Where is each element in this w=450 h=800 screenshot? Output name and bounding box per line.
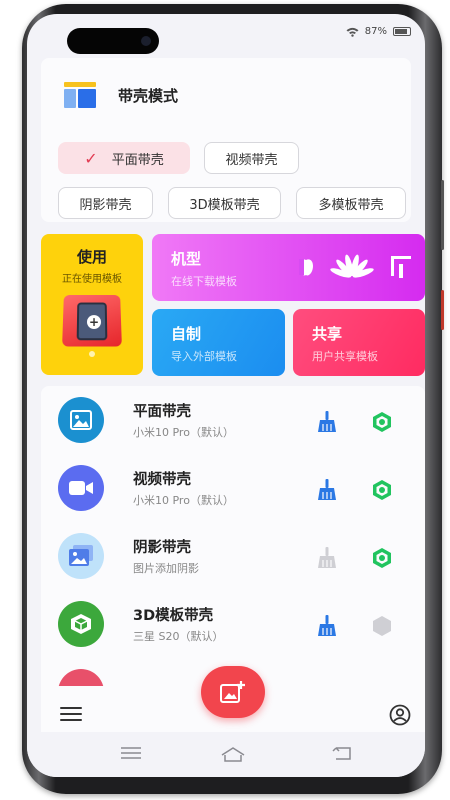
shell-type-list: 平面带壳 小米10 Pro（默认） 视频带壳 小米10 Pro（默认） 阴影带壳… [41,386,425,686]
back-icon[interactable] [332,746,352,760]
chip-multi-shell[interactable]: 多模板带壳 [296,187,406,219]
shared-template-tile[interactable]: 共享 用户共享模板 [293,309,425,376]
tile-subtitle: 用户共享模板 [312,350,378,363]
tile-subtitle: 在线下载模板 [171,275,237,288]
chip-label: 3D模板带壳 [189,197,260,213]
tile-title: 使用 [76,248,107,266]
volume-button [441,180,444,250]
broom-icon[interactable] [317,547,337,569]
chip-label: 多模板带壳 [318,197,384,213]
chip-shadow-shell[interactable]: 阴影带壳 [58,187,153,219]
list-item-title: 阴影带壳 [133,540,191,556]
list-item[interactable]: 视频带壳 小米10 Pro（默认） [41,454,425,522]
chip-flat-shell[interactable]: ✓ 平面带壳 [58,142,190,174]
broom-icon[interactable] [317,411,337,433]
tile-title: 共享 [312,325,343,343]
tile-subtitle: 正在使用模板 [62,274,122,285]
list-item-subtitle: 小米10 Pro（默认） [133,494,234,507]
list-item[interactable]: 平面带壳 小米10 Pro（默认） [41,386,425,454]
chip-3d-shell[interactable]: 3D模板带壳 [168,187,281,219]
list-item-subtitle: 图片添加阴影 [133,562,199,575]
status-indicators: 87% [346,26,411,37]
add-image-button[interactable] [201,666,265,718]
list-item-subtitle: 三星 S20（默认） [133,630,224,643]
recents-icon[interactable] [120,746,142,760]
video-icon [58,465,104,511]
list-item[interactable]: 3D模板带壳 三星 S20（默认） [41,590,425,658]
settings-hex-icon[interactable] [371,615,393,637]
template-preview-icon: + [62,295,122,347]
list-item-title: 视频带壳 [133,472,191,488]
check-icon: ✓ [84,148,98,168]
status-bar: 87% [27,14,425,54]
shell-mode-card: 带壳模式 ✓ 平面带壳 视频带壳 阴影带壳 3D模板带壳 多模板带壳 [41,58,411,222]
brand-icons [299,253,411,279]
huawei-icon [330,254,374,278]
settings-hex-icon[interactable] [371,547,393,569]
custom-template-tile[interactable]: 自制 导入外部模板 [152,309,285,376]
app-screen: 87% 带壳模式 ✓ 平面带壳 视频带壳 阴影带壳 3D模板带壳 多模板带壳 使… [27,14,425,777]
chip-label: 视频带壳 [225,152,278,168]
battery-icon [393,27,411,36]
chip-video-shell[interactable]: 视频带壳 [204,142,299,174]
chip-label: 阴影带壳 [79,197,132,213]
list-item-title: 3D模板带壳 [133,608,214,624]
system-navigation-bar [27,732,425,777]
power-button [441,290,444,330]
tile-title: 机型 [171,250,202,268]
image-icon [58,397,104,443]
cube-icon [58,601,104,647]
xiaomi-icon [391,256,411,278]
list-item-title: 平面带壳 [133,404,191,420]
broom-icon[interactable] [317,615,337,637]
home-icon[interactable] [220,746,246,762]
front-camera [67,28,159,54]
model-download-tile[interactable]: 机型 在线下载模板 [152,234,425,301]
gallery-icon [58,533,104,579]
list-item-icon [58,669,104,686]
menu-icon[interactable] [60,707,82,723]
list-item-subtitle: 小米10 Pro（默认） [133,426,234,439]
list-item[interactable]: 阴影带壳 图片添加阴影 [41,522,425,590]
broom-icon[interactable] [317,479,337,501]
apple-icon [299,259,313,276]
chip-label: 平面带壳 [111,152,164,168]
use-template-tile[interactable]: 使用 正在使用模板 + [41,234,143,375]
settings-hex-icon[interactable] [371,411,393,433]
shell-mode-title: 带壳模式 [118,87,179,105]
wifi-icon [346,27,359,37]
indicator-dot [89,351,95,357]
settings-hex-icon[interactable] [371,479,393,501]
battery-level: 87% [364,26,387,37]
tile-subtitle: 导入外部模板 [171,350,237,363]
account-icon[interactable] [389,704,411,726]
tile-title: 自制 [171,325,202,343]
add-image-icon [220,681,245,703]
app-logo-icon [64,82,96,108]
